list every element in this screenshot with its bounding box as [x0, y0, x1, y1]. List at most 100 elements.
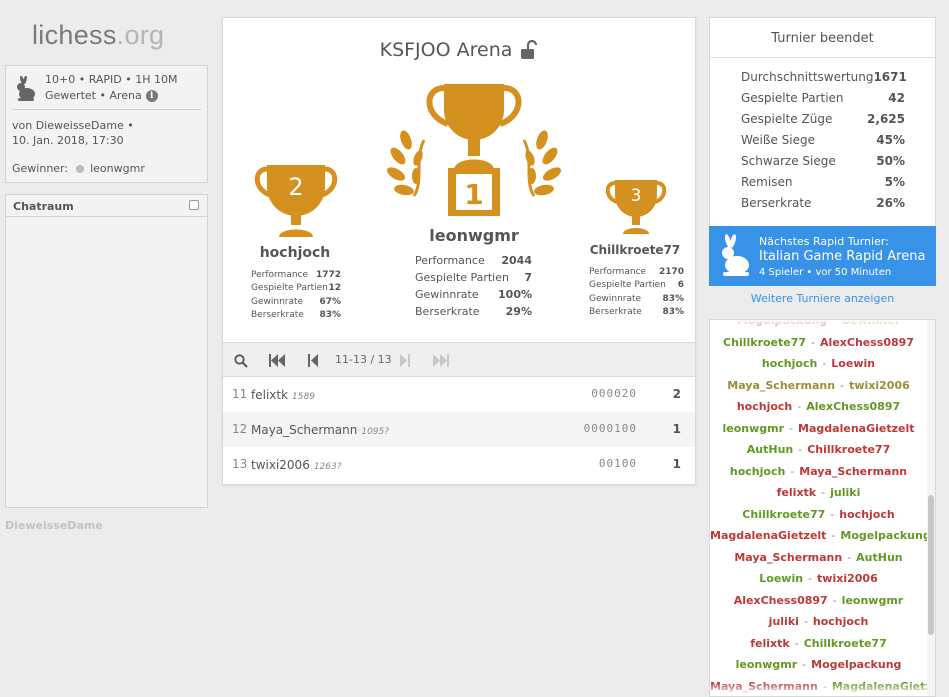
pairing-white-player[interactable]: AlexChess0897: [734, 594, 828, 607]
pairing-row[interactable]: felixtk - Chillkroete77: [710, 637, 927, 650]
pairing-white-player[interactable]: Chillkroete77: [723, 336, 806, 349]
search-icon[interactable]: [234, 354, 248, 368]
player-name[interactable]: felixtk 1589: [251, 388, 315, 402]
pairing-black-player[interactable]: Mogelpackung: [840, 529, 930, 542]
standings-pager: 11-13 / 13: [223, 342, 695, 377]
pairing-separator: -: [832, 593, 837, 607]
second-place-name[interactable]: hochjoch: [245, 245, 345, 261]
tournament-title-text: KSFJOO Arena: [379, 39, 513, 61]
pairing-white-player[interactable]: Maya_Schermann: [727, 379, 835, 392]
pairing-black-player[interactable]: Mogelpackung: [811, 658, 901, 671]
pairing-separator: -: [840, 378, 845, 392]
pairing-separator: -: [794, 636, 799, 650]
pairing-black-player[interactable]: AutHun: [856, 551, 902, 564]
table-row[interactable]: 13 twixi2006 1263? 00100 1: [223, 447, 695, 482]
info-divider: [12, 109, 201, 110]
summary-row: Gespielte Partien 42: [741, 91, 905, 105]
next-tournament-banner[interactable]: Nächstes Rapid Turnier: Italian Game Rap…: [709, 226, 936, 286]
page-range: 11-13 / 13: [335, 353, 392, 366]
player-name[interactable]: twixi2006 1263?: [251, 458, 342, 472]
pairing-row[interactable]: Maya_Schermann - twixi2006: [710, 379, 927, 392]
pairing-white-player[interactable]: juliki: [769, 615, 799, 628]
pairing-row[interactable]: Loewin - twixi2006: [710, 572, 927, 585]
summary-row: Schwarze Siege 50%: [741, 154, 905, 168]
next-page-icon[interactable]: [400, 354, 410, 367]
lichess-logo[interactable]: lichess.org: [32, 20, 164, 51]
pairing-row[interactable]: AutHun - Chillkroete77: [710, 443, 927, 456]
pairing-white-player[interactable]: hochjoch: [762, 357, 817, 370]
pairing-black-player[interactable]: AlexChess0897: [820, 336, 914, 349]
table-row[interactable]: 11 felixtk 1589 000020 2: [223, 377, 695, 412]
pairing-separator: -: [802, 658, 807, 671]
pairing-white-player[interactable]: Chillkroete77: [742, 508, 825, 521]
pairing-black-player[interactable]: leonwgmr: [842, 594, 904, 607]
pairing-black-player[interactable]: Maya_Schermann: [799, 465, 907, 478]
prev-page-icon[interactable]: [308, 354, 318, 367]
player-rating: 1095?: [361, 427, 390, 437]
pairing-white-player[interactable]: felixtk: [750, 637, 789, 650]
pairing-black-player[interactable]: juliki: [830, 486, 860, 499]
first-place-name[interactable]: leonwgmr: [404, 226, 544, 245]
last-page-icon[interactable]: [433, 354, 449, 367]
info-icon[interactable]: i: [145, 89, 158, 102]
table-row[interactable]: 12 Maya_Schermann 1095? 0000100 1: [223, 412, 695, 447]
pairing-white-player[interactable]: hochjoch: [737, 400, 792, 413]
pairing-black-player[interactable]: hochjoch: [813, 615, 868, 628]
chat-toggle-checkbox[interactable]: [189, 200, 199, 210]
scrollbar-thumb[interactable]: [928, 495, 934, 635]
pairing-row[interactable]: MagdalenaGietzelt - Mogelpackung: [710, 529, 931, 542]
player-rank: 12: [232, 422, 248, 436]
pairing-black-player[interactable]: twixi2006: [849, 379, 910, 392]
pairing-black-player[interactable]: AlexChess0897: [806, 400, 900, 413]
player-name[interactable]: Maya_Schermann 1095?: [251, 423, 389, 437]
pairing-white-player[interactable]: leonwgmr: [736, 658, 798, 671]
pairing-separator: -: [831, 529, 836, 542]
pairing-row[interactable]: Chillkroete77- AlexChess0897: [710, 336, 927, 349]
trophy-first-rank: 1: [464, 178, 483, 211]
summary-list: Durchschnittswertung 1671 Gespielte Parti…: [741, 70, 907, 217]
player-rank: 11: [232, 387, 248, 401]
player-total: 2: [672, 387, 681, 401]
stat-row: Gewinnrate 67%: [251, 296, 341, 307]
tournament-info-box: 10+0 • RAPID • 1H 10M Gewertet • Arena i …: [5, 65, 208, 183]
pairing-white-player[interactable]: MagdalenaGietzelt: [710, 529, 826, 542]
pairing-white-player[interactable]: leonwgmr: [723, 422, 785, 435]
stat-row: Performance 2170: [589, 266, 684, 277]
tournament-clock-info: 10+0 • RAPID • 1H 10M: [45, 73, 178, 86]
player-rating: 1263?: [313, 462, 342, 472]
pairing-separator: -: [847, 550, 852, 564]
pairing-black-player[interactable]: MagdalenaGietzelt: [798, 422, 914, 435]
pairing-white-player[interactable]: AutHun: [747, 443, 793, 456]
pairing-row[interactable]: felixtk - juliki: [710, 486, 927, 499]
pairing-white-player[interactable]: Maya_Schermann: [734, 551, 842, 564]
bottom-username[interactable]: DieweisseDame: [5, 519, 103, 532]
first-page-icon[interactable]: [269, 354, 285, 367]
pairing-black-player[interactable]: hochjoch: [839, 508, 894, 521]
pairing-white-player[interactable]: Loewin: [759, 572, 803, 585]
pairing-white-player[interactable]: hochjoch: [730, 465, 785, 478]
pairing-black-player[interactable]: twixi2006: [817, 572, 878, 585]
third-place-name[interactable]: Chillkroete77: [585, 243, 685, 257]
pairing-row[interactable]: Chillkroete77- hochjoch: [710, 508, 927, 521]
pairing-black-player[interactable]: Chillkroete77: [807, 443, 890, 456]
pairings-scrollbar[interactable]: [927, 320, 935, 696]
pairing-black-player[interactable]: Loewin: [831, 357, 875, 370]
pairing-row[interactable]: hochjoch - Maya_Schermann: [710, 465, 927, 478]
pairing-row[interactable]: juliki - hochjoch: [710, 615, 927, 628]
pairing-separator: -: [830, 507, 835, 521]
player-score-sheet: 00100: [598, 457, 637, 470]
pairing-black-player[interactable]: Chillkroete77: [804, 637, 887, 650]
winner-name-link[interactable]: leonwgmr: [90, 162, 145, 175]
pairing-row[interactable]: hochjoch - Loewin: [710, 357, 927, 370]
pairing-row[interactable]: AlexChess0897- leonwgmr: [710, 594, 927, 607]
pairing-row[interactable]: leonwgmr - Mogelpackung: [710, 658, 927, 671]
pairing-white-player[interactable]: felixtk: [777, 486, 816, 499]
winner-row: Gewinner: leonwgmr: [12, 162, 145, 175]
more-tournaments-link[interactable]: Weitere Turniere anzeigen: [709, 292, 936, 305]
summary-row: Remisen 5%: [741, 175, 905, 189]
pairing-row[interactable]: leonwgmr - MagdalenaGietzelt: [710, 422, 927, 435]
pairing-row[interactable]: hochjoch - AlexChess0897: [710, 400, 927, 413]
pairing-separator: -: [798, 443, 803, 456]
summary-row: Weiße Siege 45%: [741, 133, 905, 147]
pairing-row[interactable]: Maya_Schermann - AutHun: [710, 551, 927, 564]
